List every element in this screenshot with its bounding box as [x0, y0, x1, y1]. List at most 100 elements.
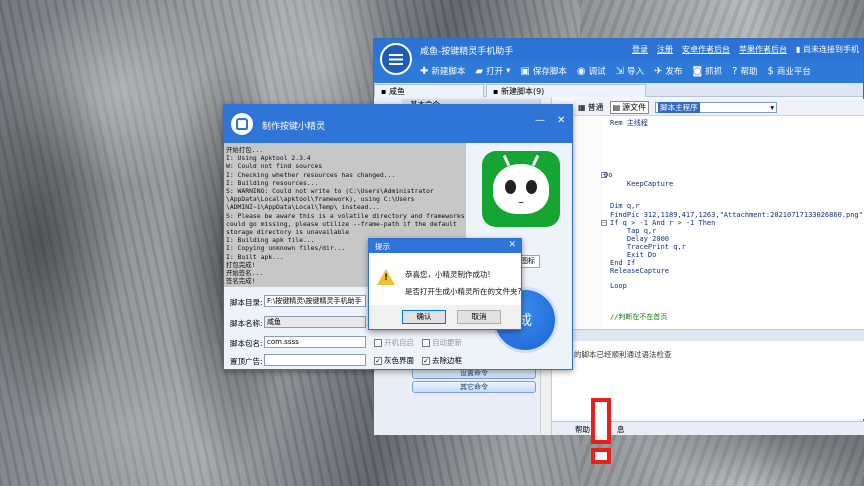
package-name-label: 脚本包名:	[230, 339, 263, 348]
remove-border-checkbox[interactable]: ✓ 去除边框	[422, 355, 462, 366]
script-name-input[interactable]: 咸鱼	[264, 316, 366, 328]
open-button[interactable]: ▰ 打开 ▾	[475, 65, 511, 78]
dialog-title: 提示	[375, 242, 390, 251]
source-view-label: 源文件	[622, 102, 647, 112]
gray-ui-label: 灰色界面	[384, 356, 414, 365]
console-line: 开始打包...	[226, 146, 264, 154]
script-name-label: 脚本名称:	[230, 319, 263, 328]
debug-button[interactable]: ◉ 调试	[576, 65, 606, 78]
import-icon: ⇲	[615, 65, 625, 77]
code-editor[interactable]: Rem 主线程 − Do KeepCapture Dim q,r FindPic…	[574, 115, 864, 329]
import-label: 导入	[627, 67, 645, 77]
script-icon: ▪	[493, 87, 501, 96]
code-line: FindPic 312,1189,417,1263,"Attachment:20…	[610, 211, 864, 219]
checkmark-icon: ✓	[422, 356, 430, 365]
wizard-logo-icon	[231, 113, 253, 135]
console-line: could go missing, please utilize --frame…	[226, 219, 457, 228]
help-tab[interactable]: 帮助	[572, 424, 593, 435]
code-line: Do	[604, 171, 613, 179]
save-script-button[interactable]: ▣ 保存脚本	[520, 65, 567, 78]
minimize-icon[interactable]: —	[535, 115, 545, 126]
normal-view-tab[interactable]: ▦ 普通	[578, 102, 604, 113]
camera-icon: ◙	[692, 65, 703, 77]
apple-author-link[interactable]: 苹果作者后台	[739, 44, 787, 55]
register-link[interactable]: 注册	[657, 44, 673, 55]
console-line: I: Checking whether resources has change…	[226, 170, 396, 179]
other-commands-button[interactable]: 其它命令	[412, 381, 536, 393]
publish-label: 发布	[665, 67, 683, 77]
capture-label: 抓抓	[705, 67, 723, 77]
close-icon[interactable]: ✕	[508, 240, 516, 250]
success-dialog: 提示 ✕ ! 恭喜您，小精灵制作成功! 是否打开生成小精灵所在的文件夹? 确认 …	[368, 238, 522, 330]
help-label: 帮助	[740, 67, 758, 77]
build-title-bar: 制作按键小精灵 — ✕	[224, 105, 572, 143]
help-button[interactable]: ? 帮助	[732, 65, 758, 78]
confirm-button[interactable]: 确认	[402, 310, 446, 324]
login-link[interactable]: 登录	[632, 44, 648, 55]
autostart-label: 开机自启	[384, 338, 414, 347]
code-line: ReleaseCapture	[610, 267, 670, 275]
ide-tab-strip: ▪ 咸鱼 ▪ 新建脚本(9)	[374, 83, 863, 97]
gray-ui-checkbox[interactable]: ✓ 灰色界面	[374, 355, 414, 366]
autostart-checkbox[interactable]: 开机自启	[374, 337, 414, 348]
procedure-select[interactable]: 脚本主程序 ▾	[655, 101, 778, 113]
annotation-exclamation-bar	[591, 398, 611, 444]
console-line: storage directory is unavailable	[226, 228, 350, 237]
code-line: If q > -1 And r > -1 Then	[610, 219, 716, 227]
auto-update-checkbox[interactable]: 自动更新	[422, 337, 462, 348]
import-button[interactable]: ⇲ 导入	[615, 65, 645, 78]
app-robot-icon	[482, 151, 560, 227]
editor-gutter	[574, 116, 602, 329]
output-message: 的脚本已经顺利通过语法检查	[574, 350, 672, 359]
dialog-body: ! 恭喜您，小精灵制作成功! 是否打开生成小精灵所在的文件夹?	[369, 253, 521, 305]
script-dir-label: 脚本目录:	[230, 298, 263, 307]
source-view-tab[interactable]: ▤ 源文件	[609, 100, 650, 114]
fold-toggle-icon[interactable]: −	[601, 220, 607, 226]
phone-icon: ▮	[796, 45, 803, 54]
ide-top-links: 登录 注册 安卓作者后台 苹果作者后台 ▮ 尚未连接到手机	[632, 44, 859, 55]
tab-xianyu[interactable]: ▪ 咸鱼	[374, 84, 484, 97]
info-tab[interactable]: 息	[614, 424, 628, 435]
auto-update-label: 自动更新	[432, 338, 462, 347]
normal-view-label: 普通	[587, 102, 604, 112]
new-script-button[interactable]: ✚ 新建脚本	[420, 65, 465, 78]
save-script-label: 保存脚本	[532, 67, 567, 77]
console-line: S: WARNING: Could not write to (C:\Users…	[226, 187, 434, 196]
code-line: Rem 主线程	[610, 119, 648, 127]
chevron-down-icon: ▾	[770, 102, 775, 112]
console-line: S: Please be aware this is a volatile di…	[226, 211, 465, 220]
ide-title: 咸鱼-按键精灵手机助手	[420, 47, 514, 57]
code-line: Tap q,r	[610, 227, 657, 235]
close-icon[interactable]: ✕	[557, 115, 565, 126]
package-name-input[interactable]: com.ssss	[264, 336, 366, 348]
code-line: Loop	[610, 282, 627, 290]
code-line: KeepCapture	[610, 180, 674, 188]
console-line: W: Could not find sources	[226, 162, 323, 171]
procedure-selected-value: 脚本主程序	[658, 101, 700, 113]
editor-mode-bar: ▦ 普通 ▤ 源文件 脚本主程序 ▾	[574, 99, 864, 115]
publish-button[interactable]: ✈ 发布	[654, 65, 683, 78]
remove-border-label: 去除边框	[432, 356, 462, 365]
ide-menu-logo-button[interactable]	[380, 43, 412, 75]
top-ad-input[interactable]	[264, 354, 366, 366]
ide-toolbar: ✚ 新建脚本 ▰ 打开 ▾ ▣ 保存脚本 ◉ 调试 ⇲ 导入 ✈ 发布 ◙ 抓抓 ? 帮助 $ 商业…	[374, 59, 863, 83]
business-platform-button[interactable]: $ 商业平台	[767, 65, 810, 78]
cancel-button[interactable]: 取消	[457, 310, 501, 324]
capture-button[interactable]: ◙ 抓抓	[692, 65, 723, 78]
chevron-down-icon: ▾	[506, 66, 511, 76]
rocket-icon: ✈	[654, 65, 663, 77]
android-author-link[interactable]: 安卓作者后台	[682, 44, 730, 55]
phone-connection-status[interactable]: ▮ 尚未连接到手机	[796, 44, 859, 55]
menu-bars-icon	[389, 53, 403, 65]
script-dir-input[interactable]: F:\按键精灵\按键精灵手机助手	[264, 295, 366, 307]
ide-title-bar: 咸鱼-按键精灵手机助手 登录 注册 安卓作者后台 苹果作者后台 ▮ 尚未连接到手…	[374, 39, 863, 59]
play-icon: ◉	[576, 65, 586, 77]
code-line: TracePrint q,r	[610, 243, 686, 251]
tab-new-script[interactable]: ▪ 新建脚本(9)	[486, 84, 646, 97]
console-line: \ADMINI~1\AppData\Local\Temp\ instead...	[226, 203, 380, 212]
connection-status-label: 尚未连接到手机	[803, 45, 859, 54]
output-panel-header	[552, 329, 864, 341]
dialog-footer: 确认 取消	[369, 305, 521, 329]
debug-label: 调试	[588, 67, 606, 77]
top-ad-label: 置顶广告:	[230, 357, 263, 366]
